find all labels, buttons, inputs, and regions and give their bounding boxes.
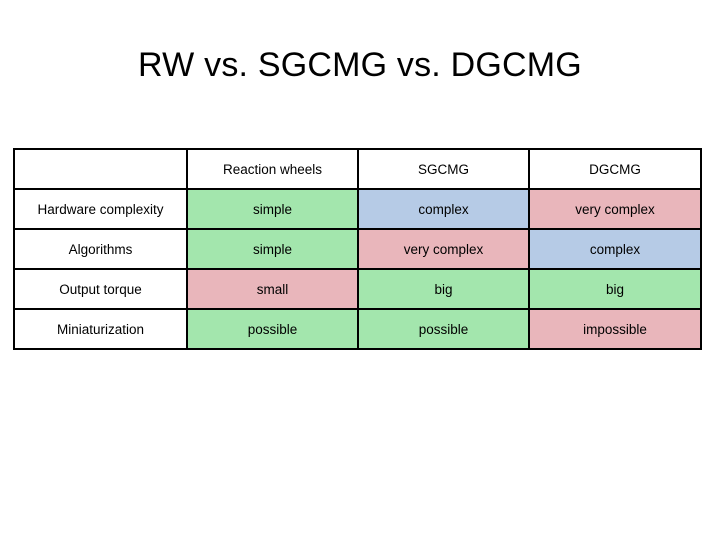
table-row: Hardware complexity simple complex very … [13,188,702,230]
cell-hardware-complexity-dgcmg: very complex [528,188,702,230]
cell-miniaturization-dgcmg: impossible [528,308,702,350]
table-header-row: Reaction wheels SGCMG DGCMG [13,148,702,190]
table-body: Hardware complexity simple complex very … [13,188,702,350]
column-header-reaction-wheels: Reaction wheels [186,148,359,190]
page-title: RW vs. SGCMG vs. DGCMG [138,46,582,84]
cell-miniaturization-sgcmg: possible [357,308,530,350]
table-header: Reaction wheels SGCMG DGCMG [13,148,702,190]
table-row: Algorithms simple very complex complex [13,228,702,270]
cell-hardware-complexity-rw: simple [186,188,359,230]
column-header-dgcmg: DGCMG [528,148,702,190]
cell-miniaturization-rw: possible [186,308,359,350]
row-label-hardware-complexity: Hardware complexity [13,188,188,230]
slide-canvas: RW vs. SGCMG vs. DGCMG Reaction wheels S… [0,0,720,540]
column-header-sgcmg: SGCMG [357,148,530,190]
cell-algorithms-dgcmg: complex [528,228,702,270]
cell-output-torque-rw: small [186,268,359,310]
table-corner-cell [13,148,188,190]
cell-algorithms-sgcmg: very complex [357,228,530,270]
cell-algorithms-rw: simple [186,228,359,270]
cell-hardware-complexity-sgcmg: complex [357,188,530,230]
row-label-algorithms: Algorithms [13,228,188,270]
row-label-miniaturization: Miniaturization [13,308,188,350]
table-row: Output torque small big big [13,268,702,310]
comparison-table-container: Reaction wheels SGCMG DGCMG Hardware com… [13,148,702,350]
row-label-output-torque: Output torque [13,268,188,310]
cell-output-torque-sgcmg: big [357,268,530,310]
table-row: Miniaturization possible possible imposs… [13,308,702,350]
comparison-table: Reaction wheels SGCMG DGCMG Hardware com… [13,148,702,350]
cell-output-torque-dgcmg: big [528,268,702,310]
